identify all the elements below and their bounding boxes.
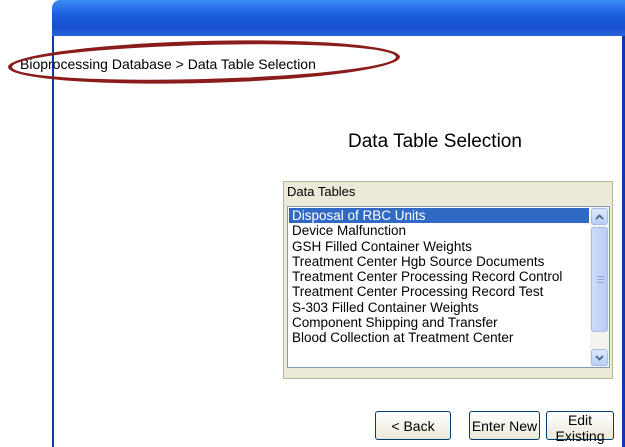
list-item[interactable]: Treatment Center Hgb Source Documents	[289, 254, 589, 269]
scroll-down-button[interactable]	[591, 349, 608, 366]
scroll-grip-line	[597, 279, 604, 280]
list-item[interactable]: Blood Collection at Treatment Center	[289, 330, 589, 345]
chevron-down-icon	[595, 355, 604, 361]
page-title: Data Table Selection	[348, 131, 522, 152]
list-item[interactable]: Disposal of RBC Units	[289, 208, 589, 224]
back-button[interactable]: < Back	[375, 411, 451, 440]
list-item[interactable]: Treatment Center Processing Record Test	[289, 284, 589, 299]
scroll-thumb[interactable]	[591, 227, 608, 332]
list-item[interactable]: Treatment Center Processing Record Contr…	[289, 269, 589, 284]
chevron-up-icon	[595, 214, 604, 220]
data-tables-list: Disposal of RBC Units Device Malfunction…	[289, 208, 589, 346]
data-tables-label: Data Tables	[287, 184, 356, 199]
list-item[interactable]: S-303 Filled Container Weights	[289, 300, 589, 315]
list-item[interactable]: Device Malfunction	[289, 223, 589, 238]
data-tables-listbox[interactable]: Disposal of RBC Units Device Malfunction…	[287, 206, 610, 368]
scroll-up-button[interactable]	[591, 208, 608, 225]
list-item[interactable]: GSH Filled Container Weights	[289, 239, 589, 254]
listbox-scrollbar[interactable]	[590, 207, 609, 367]
list-item[interactable]: Component Shipping and Transfer	[289, 315, 589, 330]
enter-new-button[interactable]: Enter New	[469, 411, 540, 440]
edit-existing-button[interactable]: Edit Existing	[546, 411, 614, 444]
scroll-grip-line	[597, 276, 604, 277]
scroll-grip-line	[597, 282, 604, 283]
window-title-bar[interactable]	[52, 0, 625, 36]
